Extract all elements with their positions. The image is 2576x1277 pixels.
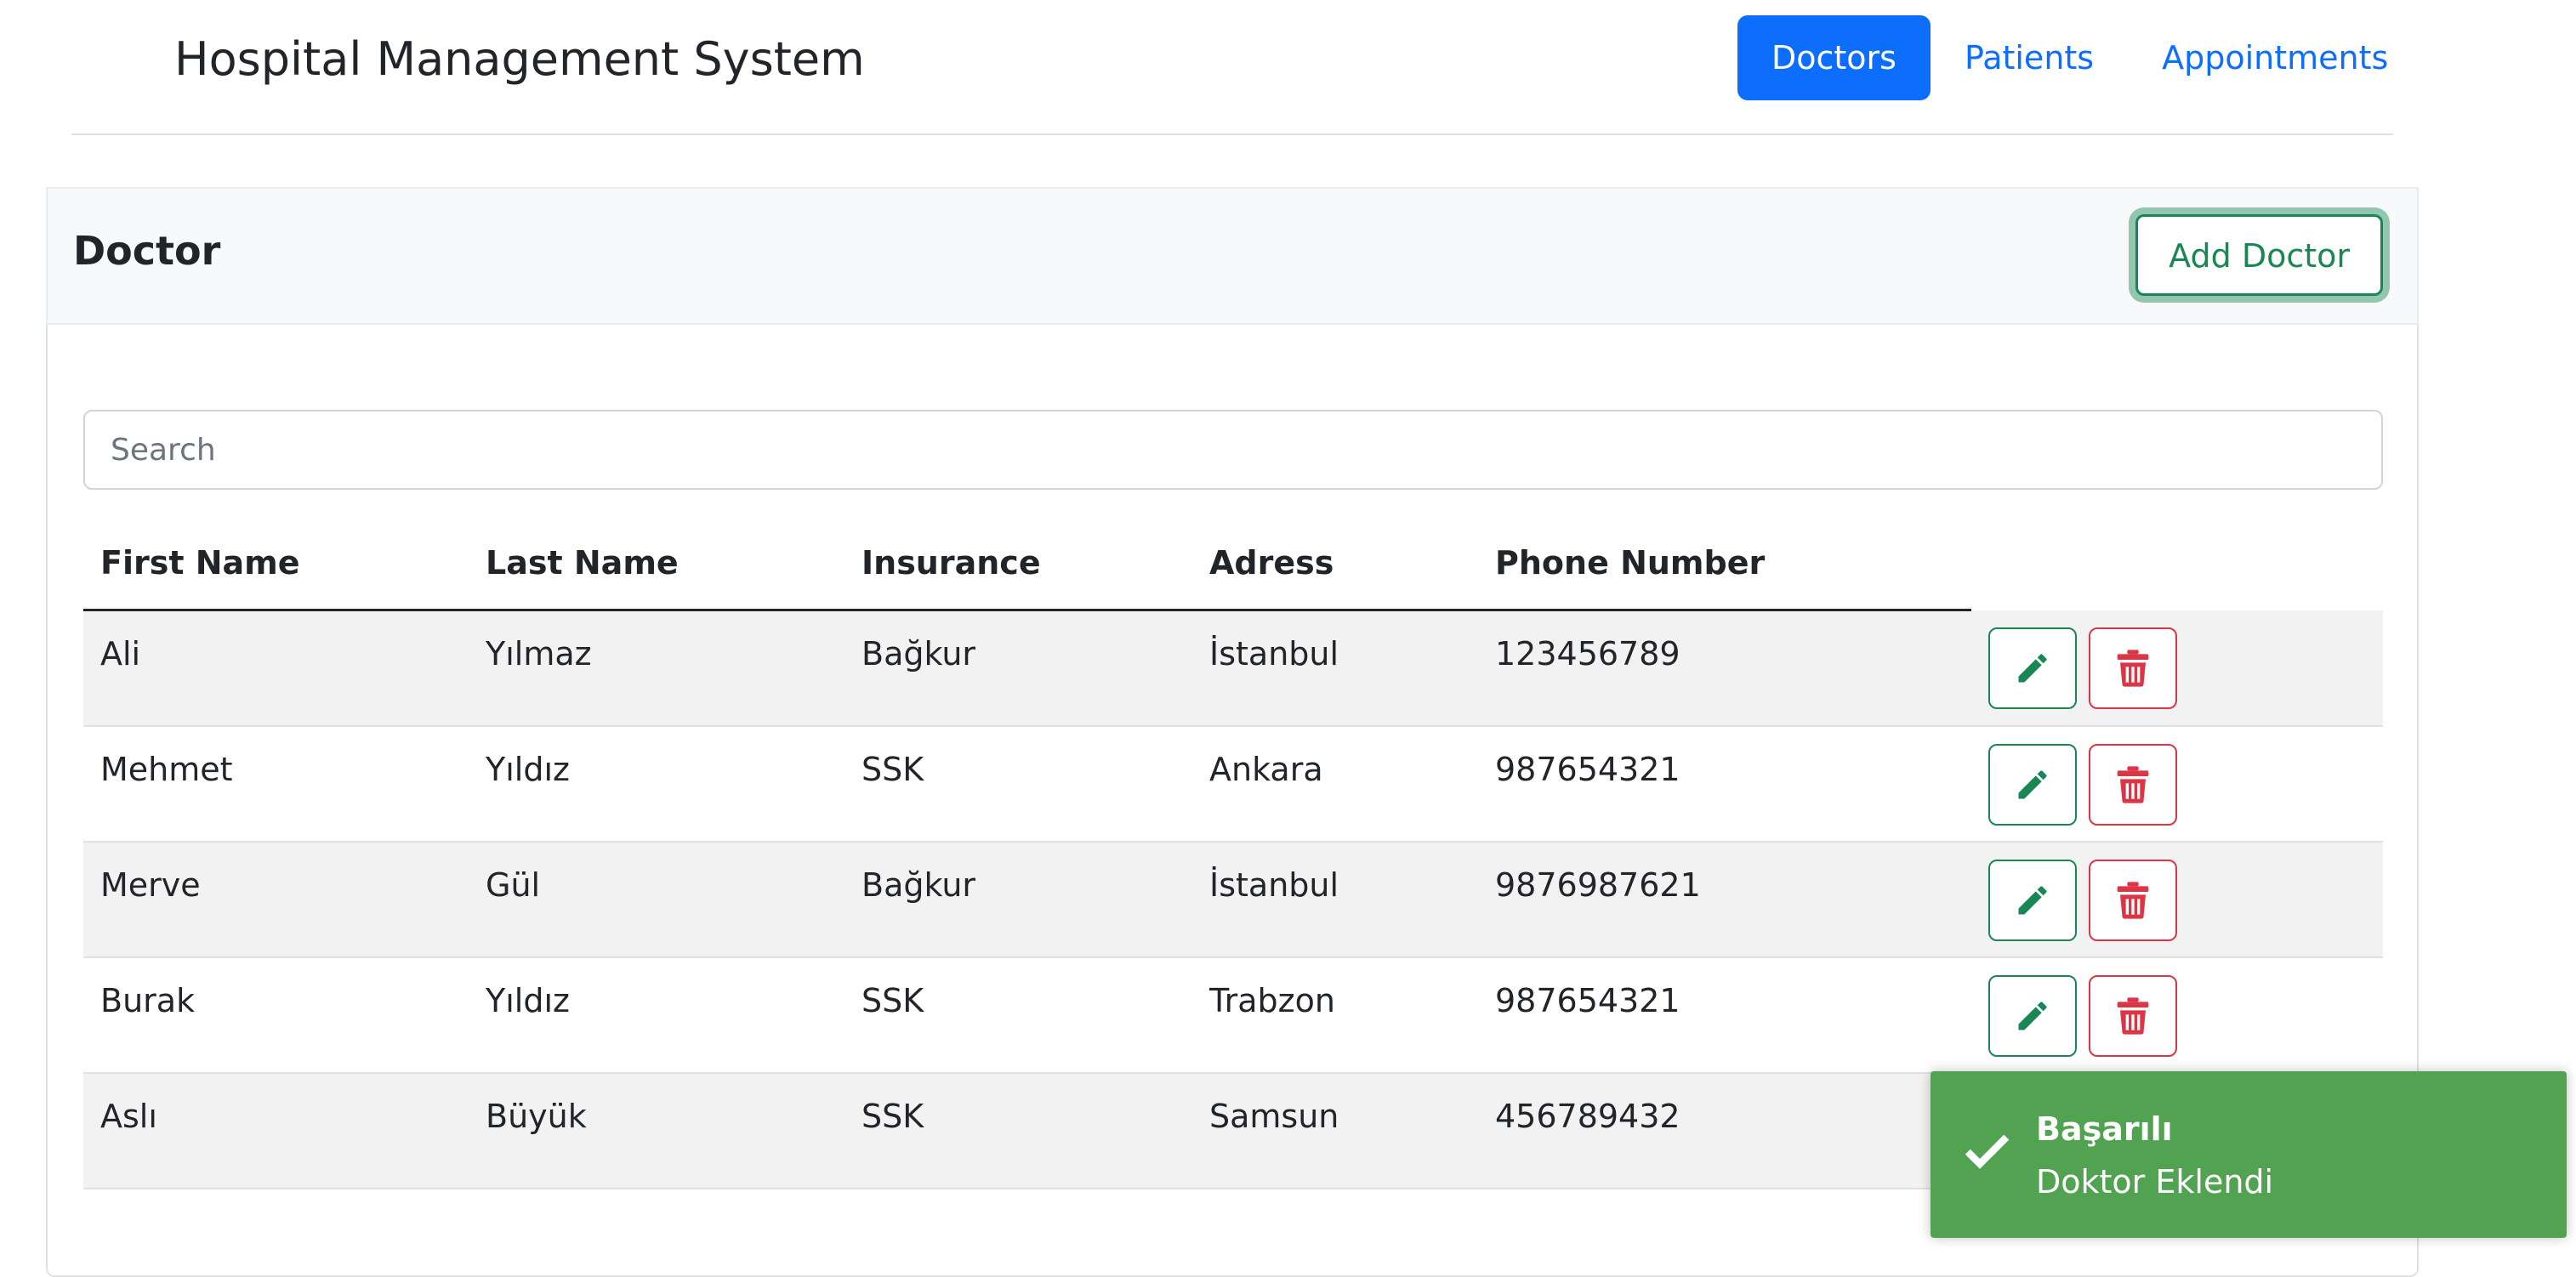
cell-phone: 9876987621 [1478,841,1971,958]
toast-message: Doktor Eklendi [2036,1163,2274,1200]
trash-icon [2117,649,2149,687]
add-doctor-button[interactable]: Add Doctor [2135,214,2383,296]
cell-phone: 987654321 [1478,725,1971,843]
cell-actions [1971,841,2383,958]
top-nav: Doctors Patients Appointments [1737,15,2422,100]
cell-address: İstanbul [1192,841,1478,958]
pencil-icon [2018,769,2047,798]
pencil-icon [2018,653,2047,682]
cell-first-name: Aslı [83,1072,469,1189]
column-header-first-name[interactable]: First Name [83,517,469,611]
edit-button[interactable] [1988,627,2077,709]
app-brand: Hospital Management System [174,32,865,86]
table-row: Ali Yılmaz Bağkur İstanbul 123456789 [83,610,2383,727]
cell-address: İstanbul [1192,610,1478,727]
trash-icon [2117,996,2149,1035]
cell-insurance: SSK [844,725,1192,843]
delete-button[interactable] [2089,627,2178,709]
cell-actions [1971,956,2383,1074]
cell-first-name: Burak [83,956,469,1074]
card-title: Doctor [73,228,221,274]
edit-button[interactable] [1988,743,2077,826]
delete-button[interactable] [2089,974,2178,1057]
cell-first-name: Mehmet [83,725,469,843]
cell-address: Samsun [1192,1072,1478,1189]
cell-insurance: SSK [844,956,1192,1074]
pencil-icon [2018,885,2047,914]
cell-insurance: Bağkur [844,610,1192,727]
trash-icon [2117,765,2149,803]
delete-button[interactable] [2089,859,2178,941]
cell-insurance: SSK [844,1072,1192,1189]
cell-last-name: Yıldız [469,725,844,843]
table-header-row: First Name Last Name Insurance Adress Ph… [83,517,2383,611]
cell-last-name: Büyük [469,1072,844,1189]
cell-phone: 987654321 [1478,956,1971,1074]
cell-last-name: Yılmaz [469,610,844,727]
delete-button[interactable] [2089,743,2178,826]
column-header-phone[interactable]: Phone Number [1478,517,1971,611]
nav-doctors[interactable]: Doctors [1737,15,1931,100]
table-row: Mehmet Yıldız SSK Ankara 987654321 [83,725,2383,843]
nav-appointments[interactable]: Appointments [2128,15,2422,100]
cell-last-name: Yıldız [469,956,844,1074]
cell-phone: 123456789 [1478,610,1971,727]
column-header-actions [1971,517,2383,610]
edit-button[interactable] [1988,974,2077,1057]
cell-actions [1971,610,2383,727]
cell-insurance: Bağkur [844,841,1192,958]
cell-actions [1971,725,2383,843]
column-header-last-name[interactable]: Last Name [469,517,844,611]
cell-address: Ankara [1192,725,1478,843]
header-divider [71,133,2393,135]
card-header: Doctor Add Doctor [46,187,2419,325]
edit-button[interactable] [1988,859,2077,941]
column-header-address[interactable]: Adress [1192,517,1478,611]
table-row: Burak Yıldız SSK Trabzon 987654321 [83,956,2383,1074]
nav-patients[interactable]: Patients [1931,15,2128,100]
cell-address: Trabzon [1192,956,1478,1074]
search-input[interactable] [83,410,2383,490]
checkmark-icon [1965,1134,2010,1169]
cell-last-name: Gül [469,841,844,958]
trash-icon [2117,881,2149,919]
cell-phone: 456789432 [1478,1072,1971,1189]
column-header-insurance[interactable]: Insurance [844,517,1192,611]
cell-first-name: Merve [83,841,469,958]
toast-title: Başarılı [2036,1110,2173,1148]
table-row: Merve Gül Bağkur İstanbul 9876987621 [83,841,2383,958]
cell-first-name: Ali [83,610,469,727]
pencil-icon [2018,1001,2047,1030]
success-toast[interactable]: Başarılı Doktor Eklendi [1931,1071,2567,1238]
